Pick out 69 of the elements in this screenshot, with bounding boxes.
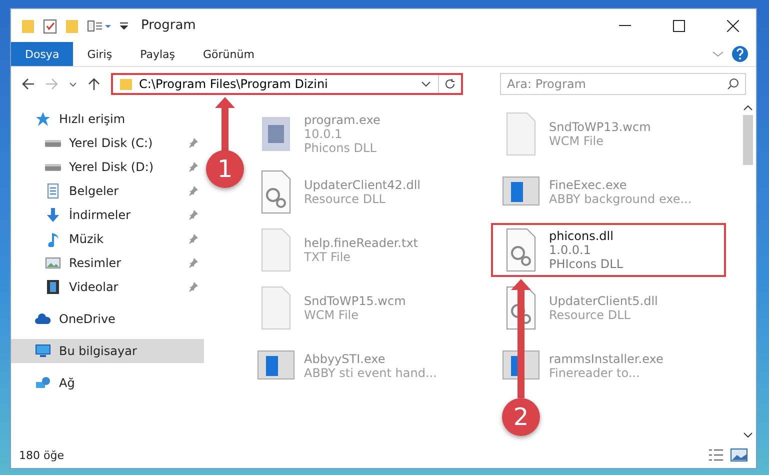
file-detail: ABBY background exe... bbox=[549, 192, 692, 206]
picture-icon bbox=[45, 255, 61, 271]
star-icon bbox=[35, 111, 51, 127]
sidebar-item[interactable]: Hızlı erişim bbox=[11, 107, 204, 131]
up-arrow-icon[interactable] bbox=[87, 77, 101, 91]
sidebar-item[interactable]: Ağ bbox=[11, 371, 204, 395]
annotation-arrow bbox=[215, 97, 235, 152]
file-name: rammsInstaller.exe bbox=[549, 352, 664, 366]
file-detail: TXT File bbox=[304, 250, 352, 264]
document-icon bbox=[45, 183, 61, 199]
sidebar-item[interactable]: Bu bilgisayar bbox=[11, 339, 204, 363]
ribbon-tab[interactable]: Giriş bbox=[73, 42, 126, 66]
sidebar-item[interactable]: İndirmeler bbox=[11, 203, 204, 227]
address-bar[interactable]: C:\Program Files\Program Dizini bbox=[111, 73, 463, 95]
file-detail: Phicons DLL bbox=[304, 141, 378, 155]
file-detail: ABBY sti event hand... bbox=[304, 366, 437, 380]
file-name: help.fineReader.txt bbox=[304, 236, 418, 250]
item-count: 180 öğe bbox=[19, 448, 65, 462]
scroll-up-icon[interactable] bbox=[743, 105, 753, 111]
file-detail: 1.0.0.1 bbox=[549, 243, 592, 257]
large-icons-view-icon[interactable] bbox=[730, 448, 748, 462]
ribbon-tab[interactable]: Paylaş bbox=[126, 42, 189, 66]
file-name: UpdaterClient5.dll bbox=[549, 294, 658, 308]
sidebar-item[interactable]: Yerel Disk (C:) bbox=[11, 131, 204, 155]
file-name: SndToWP15.wcm bbox=[304, 294, 406, 308]
maximize-icon bbox=[673, 20, 685, 32]
close-icon bbox=[727, 20, 739, 32]
minimize-icon bbox=[619, 24, 631, 26]
file-detail: Finereader to... bbox=[549, 366, 641, 380]
sidebar-item[interactable]: Resimler bbox=[11, 251, 204, 275]
monitor-icon bbox=[35, 343, 51, 359]
file-detail: WCM File bbox=[304, 308, 360, 322]
sidebar-item[interactable]: Müzik bbox=[11, 227, 204, 251]
network-icon bbox=[35, 375, 51, 391]
file-name: FineExec.exe bbox=[549, 178, 628, 192]
folder-icon bbox=[119, 77, 133, 91]
file-detail: PHIcons DLL bbox=[549, 257, 624, 271]
download-arrow-icon bbox=[45, 207, 61, 223]
drive-icon bbox=[45, 164, 61, 170]
cloud-icon bbox=[35, 311, 51, 327]
scroll-down-icon[interactable] bbox=[743, 432, 753, 438]
file-detail: Resource DLL bbox=[304, 192, 386, 206]
film-icon bbox=[45, 279, 61, 295]
music-note-icon bbox=[45, 231, 61, 247]
file-detail: 10.0.1 bbox=[304, 127, 344, 141]
ribbon-tab[interactable]: Dosya bbox=[11, 42, 74, 66]
scrollbar-thumb[interactable] bbox=[743, 115, 753, 165]
file-tile[interactable]: phicons.dll 1.0.0.1 PHIcons DLL bbox=[491, 223, 726, 277]
drive-icon bbox=[45, 140, 61, 146]
refresh-icon bbox=[444, 78, 456, 90]
sidebar-item[interactable]: Yerel Disk (D:) bbox=[11, 155, 204, 179]
details-view-icon[interactable] bbox=[708, 448, 724, 462]
file-name: phicons.dll bbox=[549, 229, 614, 243]
file-name: AbbyySTI.exe bbox=[304, 352, 386, 366]
back-arrow-icon[interactable] bbox=[21, 77, 35, 91]
file-detail: WCM File bbox=[549, 134, 604, 148]
file-detail: Resource DLL bbox=[549, 308, 632, 322]
sidebar-item[interactable]: Belgeler bbox=[11, 179, 204, 203]
view-dropdown-icon[interactable] bbox=[87, 18, 111, 34]
sidebar-item[interactable]: Videolar bbox=[11, 275, 204, 299]
window-title: Program bbox=[141, 18, 197, 33]
file-name: UpdaterClient42.dll bbox=[304, 178, 421, 192]
sidebar-item[interactable]: OneDrive bbox=[11, 307, 204, 331]
file-name: program.exe bbox=[304, 113, 380, 127]
search-icon bbox=[727, 78, 739, 90]
file-name: SndToWP13.wcm bbox=[549, 120, 651, 134]
properties-icon[interactable] bbox=[43, 18, 57, 34]
search-field[interactable]: Ara: Program bbox=[500, 73, 746, 95]
ribbon-tab[interactable]: Görünüm bbox=[189, 42, 268, 66]
